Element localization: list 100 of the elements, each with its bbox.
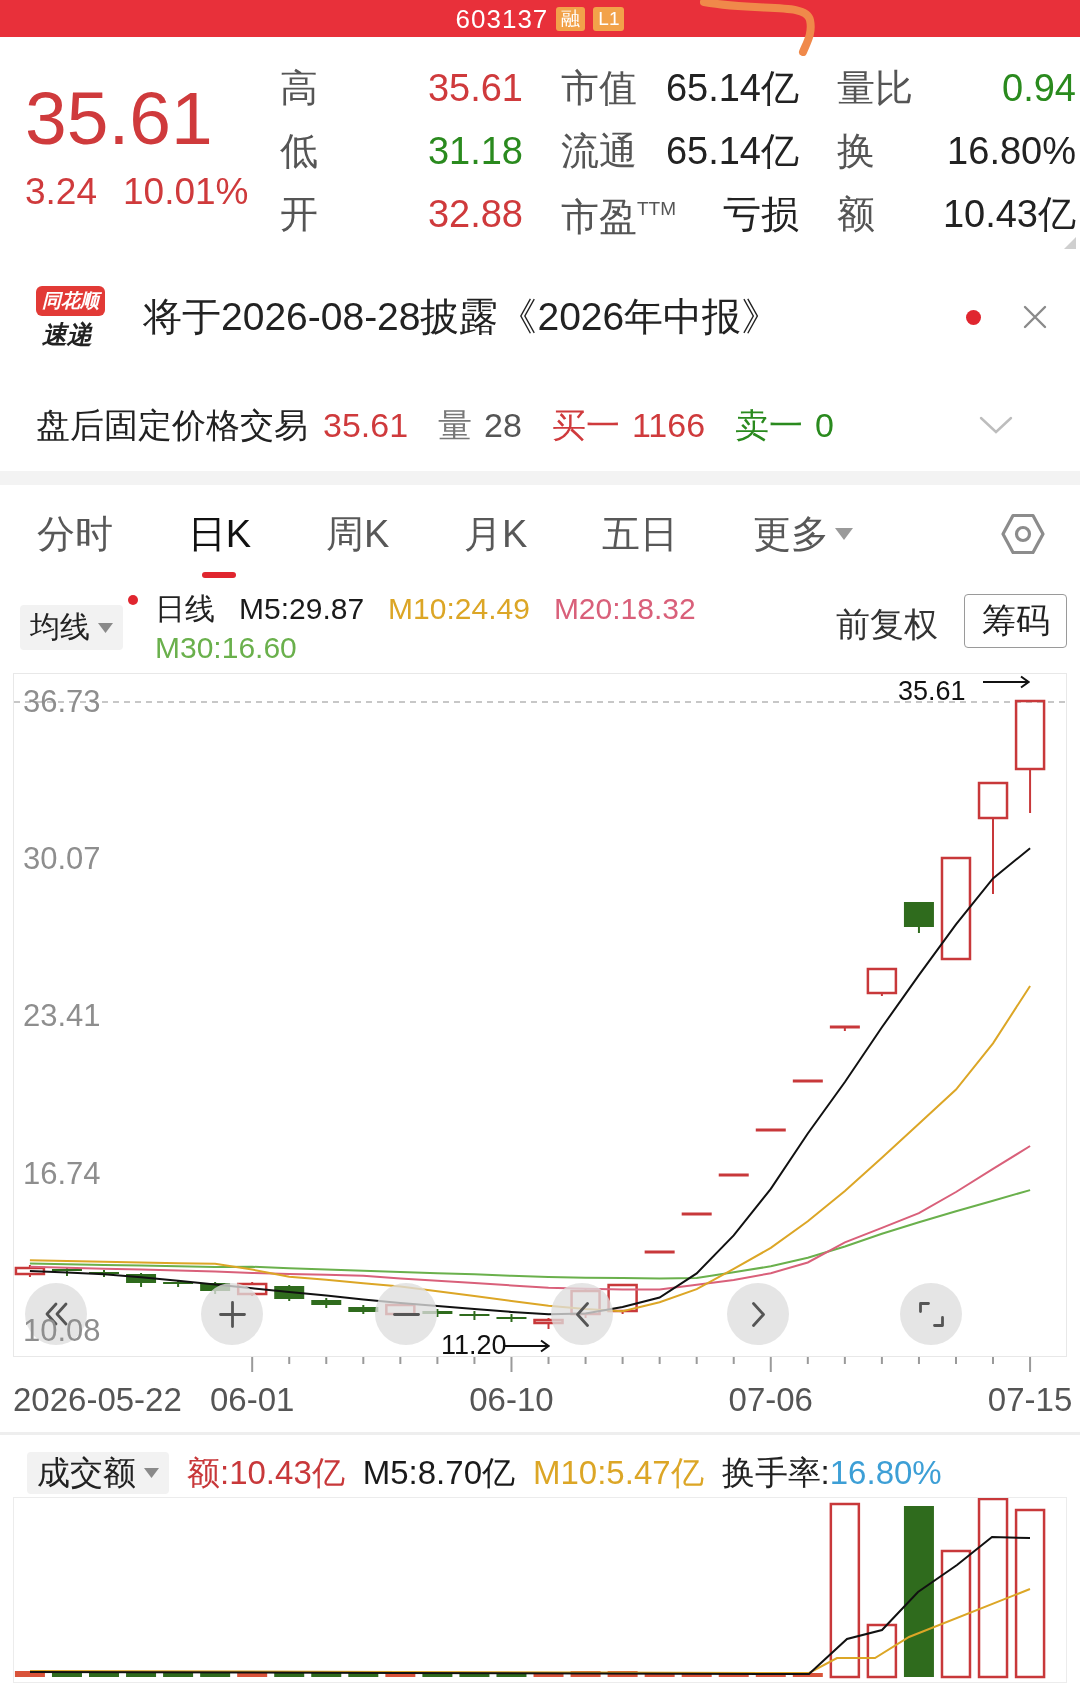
volume-bar [644, 1673, 675, 1677]
after-hours-price: 35.61 [323, 405, 409, 445]
volume-bar [274, 1672, 305, 1677]
axis-label: 36.73 [23, 685, 101, 720]
stat-label: 开 [280, 191, 318, 236]
close-icon[interactable] [1023, 305, 1047, 329]
stat-value: 35.61 [427, 65, 523, 110]
candle [126, 1272, 157, 1288]
volume-bar [533, 1672, 564, 1677]
candle [644, 1250, 675, 1254]
candle [89, 1269, 119, 1278]
volume-bar [200, 1672, 231, 1677]
chart-tab[interactable]: 更多 [753, 512, 853, 578]
chips-button[interactable]: 筹码 [964, 594, 1067, 648]
stat-label: 量比 [837, 65, 913, 110]
volume-bar [14, 1671, 45, 1677]
chart-tab[interactable]: 周K [325, 512, 390, 578]
stat-label: 市盈$^{TTM}$ [561, 195, 677, 240]
volume-bar [348, 1673, 379, 1677]
volume-bar [866, 1623, 898, 1679]
chart-tab[interactable]: 月K [464, 512, 528, 578]
minus-icon [392, 1312, 420, 1316]
caret-down-icon [98, 622, 113, 633]
average-value: M5:29.87 [239, 592, 365, 626]
stat-value: 32.88 [427, 191, 523, 236]
chevron-left-icon [575, 1301, 589, 1327]
candle [866, 967, 898, 997]
settings-icon[interactable] [1001, 512, 1045, 556]
average-value: M10:24.49 [388, 592, 530, 626]
stat-value: 31.18 [427, 128, 523, 173]
average-value: M30:16.60 [155, 631, 297, 665]
stat-value: 65.14亿 [665, 65, 799, 110]
zoom-in-button[interactable] [201, 1283, 263, 1345]
turnover-label: 换手率: [721, 1453, 830, 1493]
last-price: 35.61 [25, 78, 214, 158]
axis-label: 06-10 [469, 1380, 554, 1420]
after-hours-label: 盘后固定价格交易 [36, 405, 308, 445]
stat-label: 高 [280, 65, 318, 110]
volume-label: 量 [438, 405, 473, 445]
plus-icon [218, 1300, 246, 1328]
stat-value: 10.43亿 [942, 191, 1076, 236]
candle [311, 1297, 342, 1309]
axis-label: 07-06 [728, 1380, 813, 1420]
volume-reading: M5:8.70亿 [362, 1453, 515, 1493]
stat-label: 低 [280, 128, 318, 173]
axis-label: 07-15 [987, 1380, 1073, 1420]
low-price-marker: 11.20 [441, 1333, 507, 1357]
stock-code: 603137 [455, 3, 549, 34]
axis-label: 30.07 [23, 842, 101, 877]
indicator-selector[interactable]: 均线 [20, 605, 123, 650]
high-price-marker: 35.61 [898, 676, 966, 706]
market-badge: L1 [593, 6, 625, 31]
candle [829, 1025, 860, 1032]
candle [792, 1079, 823, 1083]
turnover-value: 16.80% [829, 1453, 942, 1493]
percent-change: 10.01% [123, 170, 249, 214]
zoom-out-button[interactable] [375, 1283, 437, 1345]
adjust-mode[interactable]: 前复权 [836, 604, 938, 644]
candle [903, 901, 934, 934]
volume-bar [607, 1671, 638, 1677]
indicator-selector[interactable]: 成交额 [27, 1452, 169, 1494]
axis-label: 23.41 [23, 999, 101, 1034]
stat-label: 市值 [561, 65, 637, 110]
volume-bar [51, 1673, 82, 1677]
notice-text[interactable]: 将于2026-08-28披露《2026年中报》 [143, 294, 781, 340]
volume-bar [681, 1674, 712, 1677]
volume-bar [422, 1673, 453, 1677]
series-label: 日线 [155, 592, 215, 626]
start-date-label: 2026-05-22 [13, 1380, 182, 1420]
stat-label: 流通 [561, 128, 637, 173]
candle [14, 1264, 46, 1278]
stat-value: 16.80% [947, 128, 1076, 173]
bid-value: 1166 [631, 405, 706, 445]
candle [718, 1173, 749, 1177]
stat-label: 换 [837, 128, 875, 173]
ask-label: 卖一 [735, 405, 804, 445]
volume-bar [237, 1671, 268, 1677]
candle [496, 1313, 527, 1323]
legend-dot-icon [128, 595, 138, 605]
axis-label: 06-01 [209, 1380, 295, 1420]
logo-tag: 同花顺 [36, 286, 105, 316]
stat-value: 亏损 [723, 191, 799, 236]
volume-bar [792, 1673, 823, 1677]
volume-value: 28 [484, 405, 522, 445]
volume-bar [755, 1674, 786, 1677]
chart-tab[interactable]: 分时 [37, 512, 113, 578]
chart-tab[interactable]: 五日 [602, 512, 679, 578]
stat-value: 65.14亿 [665, 128, 799, 173]
previous-button[interactable] [551, 1283, 613, 1345]
volume-bar [570, 1671, 601, 1677]
axis-label: 10.08 [23, 1314, 101, 1348]
volume-bar [311, 1673, 342, 1677]
volume-reading: 额:10.43亿 [187, 1453, 345, 1493]
stat-label: 额 [837, 191, 875, 236]
volume-bar [496, 1673, 527, 1677]
candle [681, 1212, 712, 1216]
market-badge: 融 [556, 6, 586, 31]
average-value: M20:18.32 [553, 592, 696, 626]
chart-tab[interactable]: 日K [187, 512, 252, 578]
right-arrow-icon [982, 675, 1030, 689]
